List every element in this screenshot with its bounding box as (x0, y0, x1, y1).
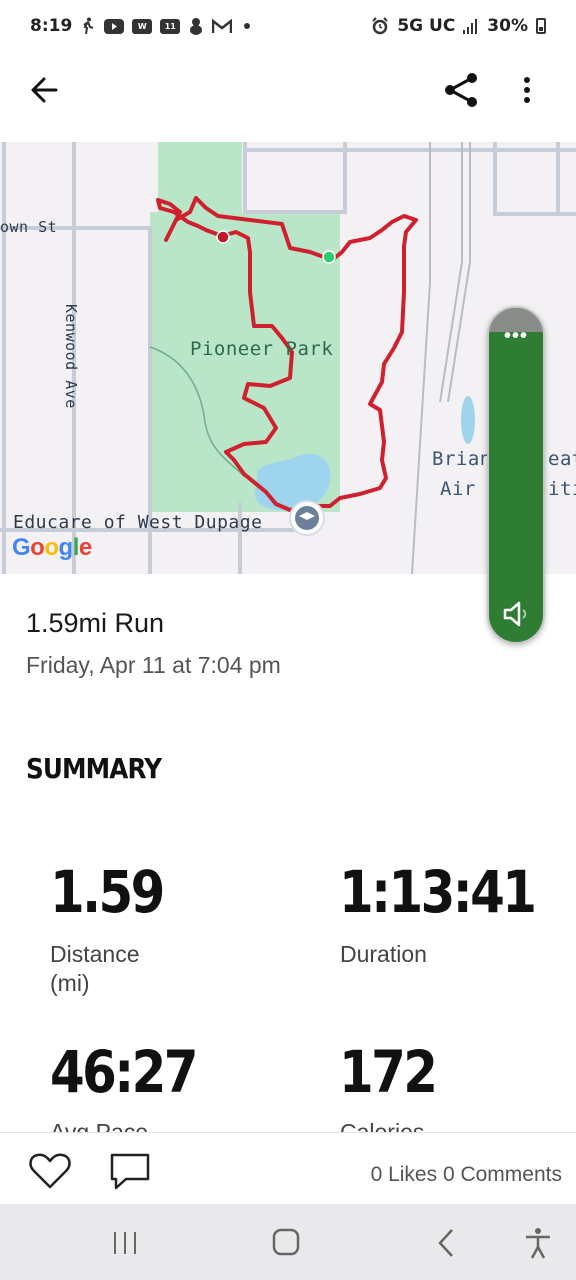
status-time: 8:19 (30, 16, 73, 36)
summary-heading: SUMMARY (26, 752, 162, 785)
activity-title: 1.59mi Run (26, 608, 165, 638)
poi-label-right-1: Brian (432, 448, 492, 470)
more-vertical-icon[interactable] (512, 70, 542, 110)
school-pin-icon[interactable] (289, 500, 325, 536)
alarm-icon (371, 17, 389, 35)
status-right: 5G UC 30% (371, 16, 546, 36)
google-logo: Google (12, 534, 92, 561)
park-label: Pioneer Park (190, 338, 334, 360)
end-marker (216, 230, 230, 244)
calories-value: 172 (339, 1038, 438, 1106)
network-label: 5G UC (397, 16, 456, 36)
app-bar (0, 52, 576, 142)
more-horizontal-icon[interactable]: ••• (489, 326, 543, 346)
likes-comments-count[interactable]: 0 Likes 0 Comments (371, 1163, 562, 1187)
back-icon[interactable] (428, 1226, 468, 1260)
dot-icon (244, 23, 251, 29)
heart-icon[interactable] (28, 1151, 72, 1191)
gmail-icon (212, 18, 233, 34)
arrow-left-icon[interactable] (26, 70, 66, 110)
distance-label: Distance (mi) (50, 941, 140, 996)
poi-label-right-1-tail: eati (548, 448, 576, 470)
start-marker (322, 250, 336, 264)
railway (411, 142, 471, 574)
avg-pace-value: 46:27 (50, 1038, 198, 1106)
poi-label-educare: Educare of West Dupage (13, 512, 263, 533)
social-action-bar: 0 Likes 0 Comments (0, 1132, 576, 1204)
walking-icon (80, 17, 96, 35)
speaker-icon[interactable] (502, 600, 532, 628)
status-bar: 8:19 W 11 5G UC 30% (0, 0, 576, 52)
signal-icon (463, 18, 479, 34)
street-label-kenwood: Kenwood Ave (62, 304, 80, 409)
share-icon[interactable] (442, 70, 480, 110)
street-label-top: own St (0, 218, 58, 236)
floating-voice-control[interactable]: ••• (487, 306, 545, 644)
accessibility-icon[interactable] (518, 1226, 558, 1260)
webtoon-icon: W (132, 18, 153, 34)
system-nav-bar (0, 1204, 576, 1280)
poi-label-right-2: Air (440, 478, 476, 500)
pokemon-icon (188, 17, 204, 35)
status-left: 8:19 W 11 (30, 16, 251, 36)
duration-label: Duration (340, 941, 427, 967)
battery-label: 30% (487, 16, 528, 36)
duration-value: 1:13:41 (339, 858, 537, 926)
small-pond (461, 396, 475, 444)
poi-label-right-2-tail: iti (548, 478, 576, 500)
battery-icon (536, 18, 546, 34)
calendar-icon: 11 (160, 18, 181, 34)
home-icon[interactable] (266, 1226, 306, 1260)
comment-icon[interactable] (108, 1151, 152, 1193)
distance-value: 1.59 (50, 858, 165, 926)
youtube-icon (104, 18, 125, 34)
recent-apps-icon[interactable] (105, 1226, 145, 1260)
activity-datetime: Friday, Apr 11 at 7:04 pm (26, 652, 281, 678)
